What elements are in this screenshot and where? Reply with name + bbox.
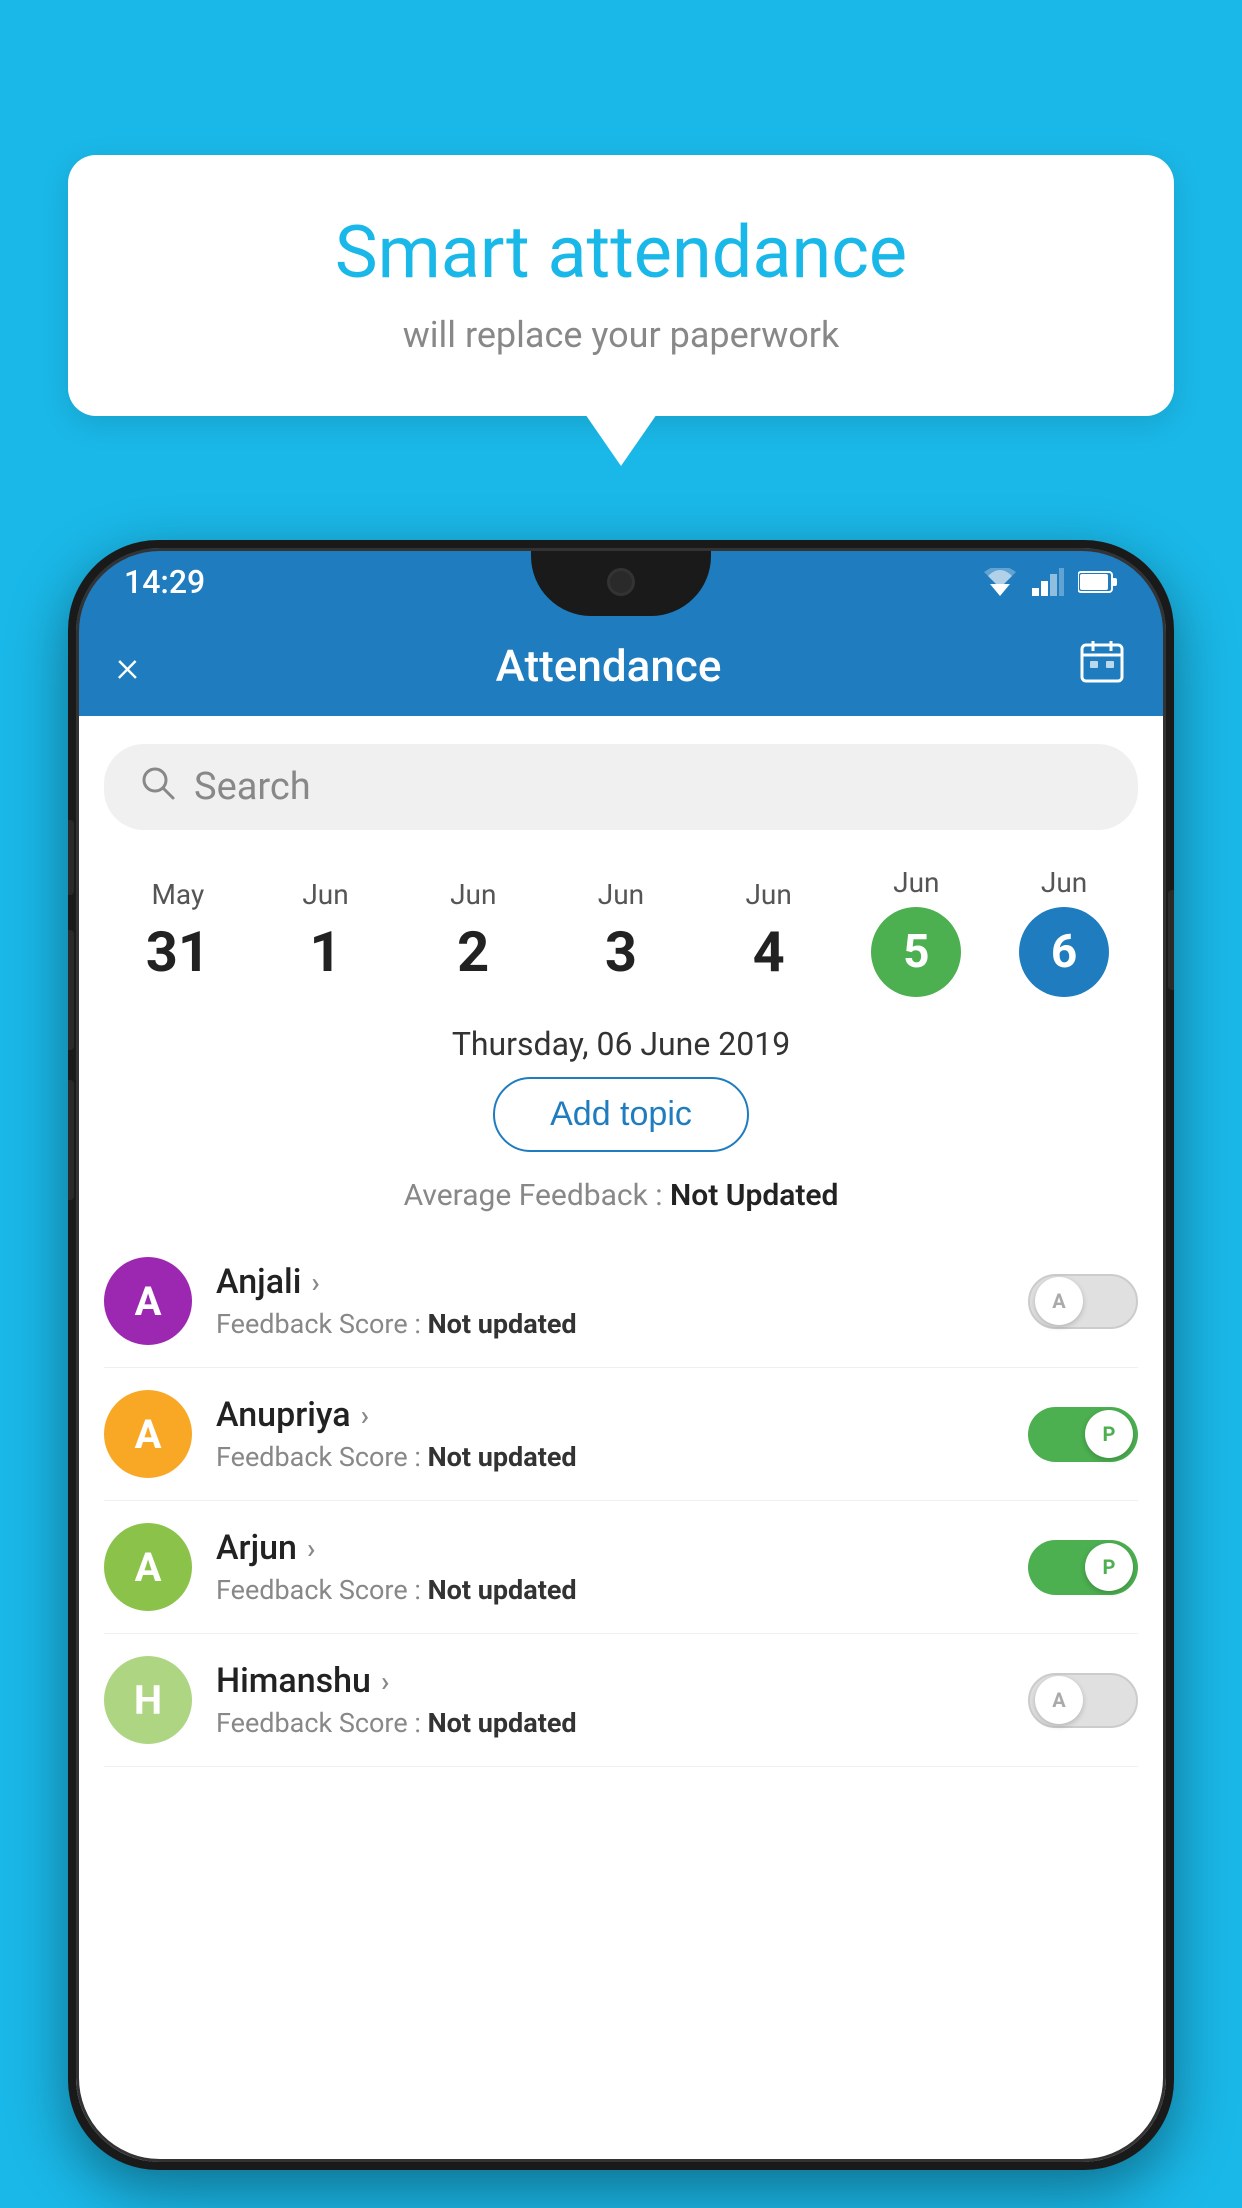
selected-date-label: Thursday, 06 June 2019 — [76, 1005, 1166, 1077]
avatar-anjali: A — [104, 1257, 192, 1345]
chevron-icon: › — [307, 1532, 315, 1565]
student-item-anupriya[interactable]: A Anupriya › Feedback Score : Not update… — [104, 1368, 1138, 1501]
toggle-arjun[interactable]: P — [1028, 1540, 1138, 1595]
chevron-icon: › — [381, 1665, 389, 1698]
close-button[interactable]: × — [116, 640, 139, 692]
avatar-anupriya: A — [104, 1390, 192, 1478]
volume-down-button — [68, 930, 74, 1050]
feedback-label: Feedback Score : — [216, 1574, 428, 1606]
date-item-jun4[interactable]: Jun 4 — [704, 878, 834, 985]
student-name-anjali: Anjali — [216, 1262, 301, 1302]
battery-icon — [1078, 570, 1118, 594]
date-strip: May 31 Jun 1 Jun 2 Jun 3 Jun 4 — [76, 848, 1166, 1005]
student-item-anjali[interactable]: A Anjali › Feedback Score : Not updated … — [104, 1235, 1138, 1368]
status-icons — [982, 568, 1118, 596]
speech-bubble: Smart attendance will replace your paper… — [68, 155, 1174, 416]
feedback-value: Not updated — [428, 1574, 577, 1606]
feedback-label: Feedback Score : — [216, 1707, 428, 1739]
add-topic-button[interactable]: Add topic — [493, 1077, 749, 1152]
date-item-jun1[interactable]: Jun 1 — [261, 878, 391, 985]
student-name-anupriya: Anupriya — [216, 1395, 351, 1435]
student-info-anupriya: Anupriya › Feedback Score : Not updated — [216, 1395, 1004, 1473]
app-header: × Attendance — [76, 616, 1166, 716]
student-item-himanshu[interactable]: H Himanshu › Feedback Score : Not update… — [104, 1634, 1138, 1767]
student-name-himanshu: Himanshu — [216, 1661, 371, 1701]
power-button — [1168, 890, 1174, 990]
chevron-icon: › — [361, 1399, 369, 1432]
feedback-label: Feedback Score : — [216, 1441, 428, 1473]
avg-feedback-label: Average Feedback : — [404, 1178, 663, 1213]
date-item-jun2[interactable]: Jun 2 — [408, 878, 538, 985]
date-item-jun3[interactable]: Jun 3 — [556, 878, 686, 985]
date-item-may31[interactable]: May 31 — [113, 878, 243, 985]
status-bar: 14:29 — [76, 548, 1166, 616]
status-time: 14:29 — [124, 563, 205, 601]
toggle-anupriya[interactable]: P — [1028, 1407, 1138, 1462]
toggle-himanshu[interactable]: A — [1028, 1673, 1138, 1728]
bubble-subtitle: will replace your paperwork — [128, 314, 1114, 356]
feedback-value: Not updated — [428, 1308, 577, 1340]
app-title: Attendance — [496, 640, 722, 692]
date-item-jun6[interactable]: Jun 6 — [999, 866, 1129, 997]
volume-up-button — [68, 820, 74, 895]
search-bar[interactable]: Search — [104, 744, 1138, 830]
wifi-icon — [982, 568, 1018, 596]
avatar-arjun: A — [104, 1523, 192, 1611]
feedback-value: Not updated — [428, 1707, 577, 1739]
camera — [607, 568, 635, 596]
calendar-icon[interactable] — [1078, 637, 1126, 695]
student-info-arjun: Arjun › Feedback Score : Not updated — [216, 1528, 1004, 1606]
student-info-anjali: Anjali › Feedback Score : Not updated — [216, 1262, 1004, 1340]
search-placeholder: Search — [194, 765, 311, 809]
silent-button — [68, 1080, 74, 1200]
phone-notch — [531, 548, 711, 616]
date-item-jun5[interactable]: Jun 5 — [851, 866, 981, 997]
avg-feedback-value: Not Updated — [670, 1178, 838, 1213]
bubble-title: Smart attendance — [128, 210, 1114, 296]
search-icon — [140, 765, 176, 810]
toggle-anjali[interactable]: A — [1028, 1274, 1138, 1329]
app-content: Search May 31 Jun 1 Jun 2 Jun 3 — [76, 716, 1166, 2162]
avatar-himanshu: H — [104, 1656, 192, 1744]
phone-screen: 14:29 — [76, 548, 1166, 2162]
avg-feedback: Average Feedback : Not Updated — [76, 1170, 1166, 1235]
student-name-arjun: Arjun — [216, 1528, 297, 1568]
student-info-himanshu: Himanshu › Feedback Score : Not updated — [216, 1661, 1004, 1739]
phone-device: 14:29 — [68, 540, 1174, 2170]
student-item-arjun[interactable]: A Arjun › Feedback Score : Not updated P — [104, 1501, 1138, 1634]
chevron-icon: › — [311, 1266, 319, 1299]
student-list: A Anjali › Feedback Score : Not updated … — [76, 1235, 1166, 1767]
feedback-value: Not updated — [428, 1441, 577, 1473]
feedback-label: Feedback Score : — [216, 1308, 428, 1340]
signal-icon — [1032, 568, 1064, 596]
